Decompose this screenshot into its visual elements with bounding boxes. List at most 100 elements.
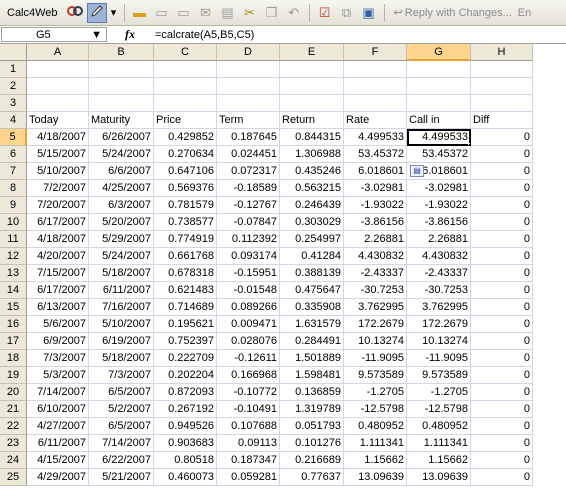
cell-g18[interactable]: -11.9095 bbox=[407, 350, 471, 367]
cell-d18[interactable]: -0.12611 bbox=[217, 350, 280, 367]
cell-h15[interactable]: 0 bbox=[471, 299, 533, 316]
cell-c2[interactable] bbox=[154, 78, 217, 95]
row-header-2[interactable]: 2 bbox=[0, 78, 27, 95]
cell-g10[interactable]: -3.86156 bbox=[407, 214, 471, 231]
edit-button[interactable] bbox=[86, 2, 107, 23]
cell-g17[interactable]: 10.13274 bbox=[407, 333, 471, 350]
cell-a23[interactable]: 6/11/2007 bbox=[27, 435, 89, 452]
cell-e1[interactable] bbox=[280, 61, 344, 78]
cell-a24[interactable]: 4/15/2007 bbox=[27, 452, 89, 469]
row-header-25[interactable]: 25 bbox=[0, 469, 27, 486]
row-header-21[interactable]: 21 bbox=[0, 401, 27, 418]
cell-d7[interactable]: 0.072317 bbox=[217, 163, 280, 180]
share-button[interactable]: ▣ bbox=[359, 3, 379, 23]
row-header-13[interactable]: 13 bbox=[0, 265, 27, 282]
cell-g21[interactable]: -12.5798 bbox=[407, 401, 471, 418]
cell-a7[interactable]: 5/10/2007 bbox=[27, 163, 89, 180]
cell-d13[interactable]: -0.15951 bbox=[217, 265, 280, 282]
cell-d25[interactable]: 0.059281 bbox=[217, 469, 280, 486]
column-header-f[interactable]: F bbox=[344, 44, 407, 61]
column-header-h[interactable]: H bbox=[471, 44, 533, 61]
cell-e22[interactable]: 0.051793 bbox=[280, 418, 344, 435]
cell-c25[interactable]: 0.460073 bbox=[154, 469, 217, 486]
cell-e13[interactable]: 0.388139 bbox=[280, 265, 344, 282]
row-header-14[interactable]: 14 bbox=[0, 282, 27, 299]
paste-options-icon[interactable]: ▤ bbox=[410, 165, 424, 177]
cell-d14[interactable]: -0.01548 bbox=[217, 282, 280, 299]
end-review-button[interactable]: En bbox=[518, 3, 531, 23]
cell-d17[interactable]: 0.028076 bbox=[217, 333, 280, 350]
cell-b6[interactable]: 5/24/2007 bbox=[89, 146, 154, 163]
cell-h3[interactable] bbox=[471, 95, 533, 112]
name-box-dropdown-icon[interactable]: ▼ bbox=[91, 29, 102, 41]
cell-f4[interactable]: Rate bbox=[344, 112, 407, 129]
cell-d21[interactable]: -0.10491 bbox=[217, 401, 280, 418]
cell-g15[interactable]: 3.762995 bbox=[407, 299, 471, 316]
cell-g25[interactable]: 13.09639 bbox=[407, 469, 471, 486]
cell-a11[interactable]: 4/18/2007 bbox=[27, 231, 89, 248]
cell-g20[interactable]: -1.2705 bbox=[407, 384, 471, 401]
cell-a18[interactable]: 7/3/2007 bbox=[27, 350, 89, 367]
cell-a15[interactable]: 6/13/2007 bbox=[27, 299, 89, 316]
cell-h21[interactable]: 0 bbox=[471, 401, 533, 418]
cell-b11[interactable]: 5/29/2007 bbox=[89, 231, 154, 248]
cell-g11[interactable]: 2.26881 bbox=[407, 231, 471, 248]
cell-c4[interactable]: Price bbox=[154, 112, 217, 129]
cell-b2[interactable] bbox=[89, 78, 154, 95]
column-header-d[interactable]: D bbox=[217, 44, 280, 61]
cell-g1[interactable] bbox=[407, 61, 471, 78]
cell-e6[interactable]: 1.306988 bbox=[280, 146, 344, 163]
column-header-a[interactable]: A bbox=[27, 44, 89, 61]
cell-b7[interactable]: 6/6/2007 bbox=[89, 163, 154, 180]
cell-d6[interactable]: 0.024451 bbox=[217, 146, 280, 163]
cell-h23[interactable]: 0 bbox=[471, 435, 533, 452]
row-header-18[interactable]: 18 bbox=[0, 350, 27, 367]
cell-c16[interactable]: 0.195621 bbox=[154, 316, 217, 333]
cell-h1[interactable] bbox=[471, 61, 533, 78]
cell-f24[interactable]: 1.15662 bbox=[344, 452, 407, 469]
cell-c12[interactable]: 0.661768 bbox=[154, 248, 217, 265]
cell-h12[interactable]: 0 bbox=[471, 248, 533, 265]
cell-e19[interactable]: 1.598481 bbox=[280, 367, 344, 384]
cell-e11[interactable]: 0.254997 bbox=[280, 231, 344, 248]
cell-a17[interactable]: 6/9/2007 bbox=[27, 333, 89, 350]
cell-b9[interactable]: 6/3/2007 bbox=[89, 197, 154, 214]
cell-c24[interactable]: 0.80518 bbox=[154, 452, 217, 469]
cell-h14[interactable]: 0 bbox=[471, 282, 533, 299]
cell-e21[interactable]: 1.319789 bbox=[280, 401, 344, 418]
undo-button[interactable]: ↶ bbox=[284, 3, 304, 23]
row-header-24[interactable]: 24 bbox=[0, 452, 27, 469]
cell-a8[interactable]: 7/2/2007 bbox=[27, 180, 89, 197]
cell-c13[interactable]: 0.678318 bbox=[154, 265, 217, 282]
cell-f17[interactable]: 10.13274 bbox=[344, 333, 407, 350]
cell-e7[interactable]: 0.435246 bbox=[280, 163, 344, 180]
row-header-5[interactable]: 5 bbox=[0, 129, 27, 146]
spreadsheet-grid[interactable]: A B C D E F G H 1 2 3 4 Today Maturity Price Term Return… bbox=[0, 44, 533, 486]
cell-b22[interactable]: 6/5/2007 bbox=[89, 418, 154, 435]
cell-e2[interactable] bbox=[280, 78, 344, 95]
copy-button[interactable]: ❐ bbox=[262, 3, 282, 23]
cell-f20[interactable]: -1.2705 bbox=[344, 384, 407, 401]
column-header-e[interactable]: E bbox=[280, 44, 344, 61]
cell-f7[interactable]: 6.018601 bbox=[344, 163, 407, 180]
cell-a22[interactable]: 4/27/2007 bbox=[27, 418, 89, 435]
cell-b19[interactable]: 7/3/2007 bbox=[89, 367, 154, 384]
cell-f8[interactable]: -3.02981 bbox=[344, 180, 407, 197]
cell-h19[interactable]: 0 bbox=[471, 367, 533, 384]
cell-f9[interactable]: -1.93022 bbox=[344, 197, 407, 214]
cell-h22[interactable]: 0 bbox=[471, 418, 533, 435]
cell-b16[interactable]: 5/10/2007 bbox=[89, 316, 154, 333]
cell-f1[interactable] bbox=[344, 61, 407, 78]
cell-c11[interactable]: 0.774919 bbox=[154, 231, 217, 248]
cell-g8[interactable]: -3.02981 bbox=[407, 180, 471, 197]
cell-b20[interactable]: 6/5/2007 bbox=[89, 384, 154, 401]
cell-a20[interactable]: 7/14/2007 bbox=[27, 384, 89, 401]
cell-f10[interactable]: -3.86156 bbox=[344, 214, 407, 231]
cell-b23[interactable]: 7/14/2007 bbox=[89, 435, 154, 452]
cell-f25[interactable]: 13.09639 bbox=[344, 469, 407, 486]
mail-button[interactable]: ✉ bbox=[196, 3, 216, 23]
cell-e24[interactable]: 0.216689 bbox=[280, 452, 344, 469]
cell-c3[interactable] bbox=[154, 95, 217, 112]
cell-c21[interactable]: 0.267192 bbox=[154, 401, 217, 418]
cell-b14[interactable]: 6/11/2007 bbox=[89, 282, 154, 299]
